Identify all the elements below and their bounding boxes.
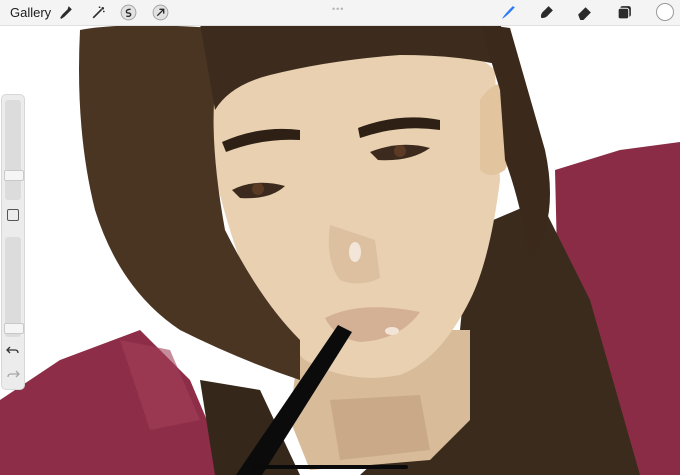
eraser-icon[interactable] [576, 4, 593, 21]
home-indicator[interactable] [252, 465, 408, 469]
opacity-slider[interactable] [4, 237, 24, 337]
drawing-canvas[interactable] [0, 0, 680, 475]
selection-icon[interactable] [120, 4, 137, 21]
layers-icon[interactable] [616, 4, 633, 21]
magic-wand-icon[interactable] [90, 4, 107, 21]
gallery-button[interactable]: Gallery [10, 5, 51, 20]
opacity-slider-handle[interactable] [4, 323, 24, 334]
color-picker-button[interactable] [656, 3, 674, 21]
brush-size-slider[interactable] [4, 100, 24, 200]
modify-square-icon[interactable] [7, 209, 19, 221]
toolbar-grabber[interactable]: ••• [332, 4, 344, 14]
brush-icon[interactable] [500, 4, 517, 21]
top-toolbar: Gallery ••• [0, 0, 680, 26]
transform-arrow-icon[interactable] [152, 4, 169, 21]
redo-icon[interactable] [6, 367, 20, 381]
brush-size-slider-handle[interactable] [4, 170, 24, 181]
wrench-icon[interactable] [58, 4, 75, 21]
left-sidebar [1, 94, 25, 390]
smudge-icon[interactable] [538, 4, 555, 21]
undo-icon[interactable] [6, 343, 20, 357]
